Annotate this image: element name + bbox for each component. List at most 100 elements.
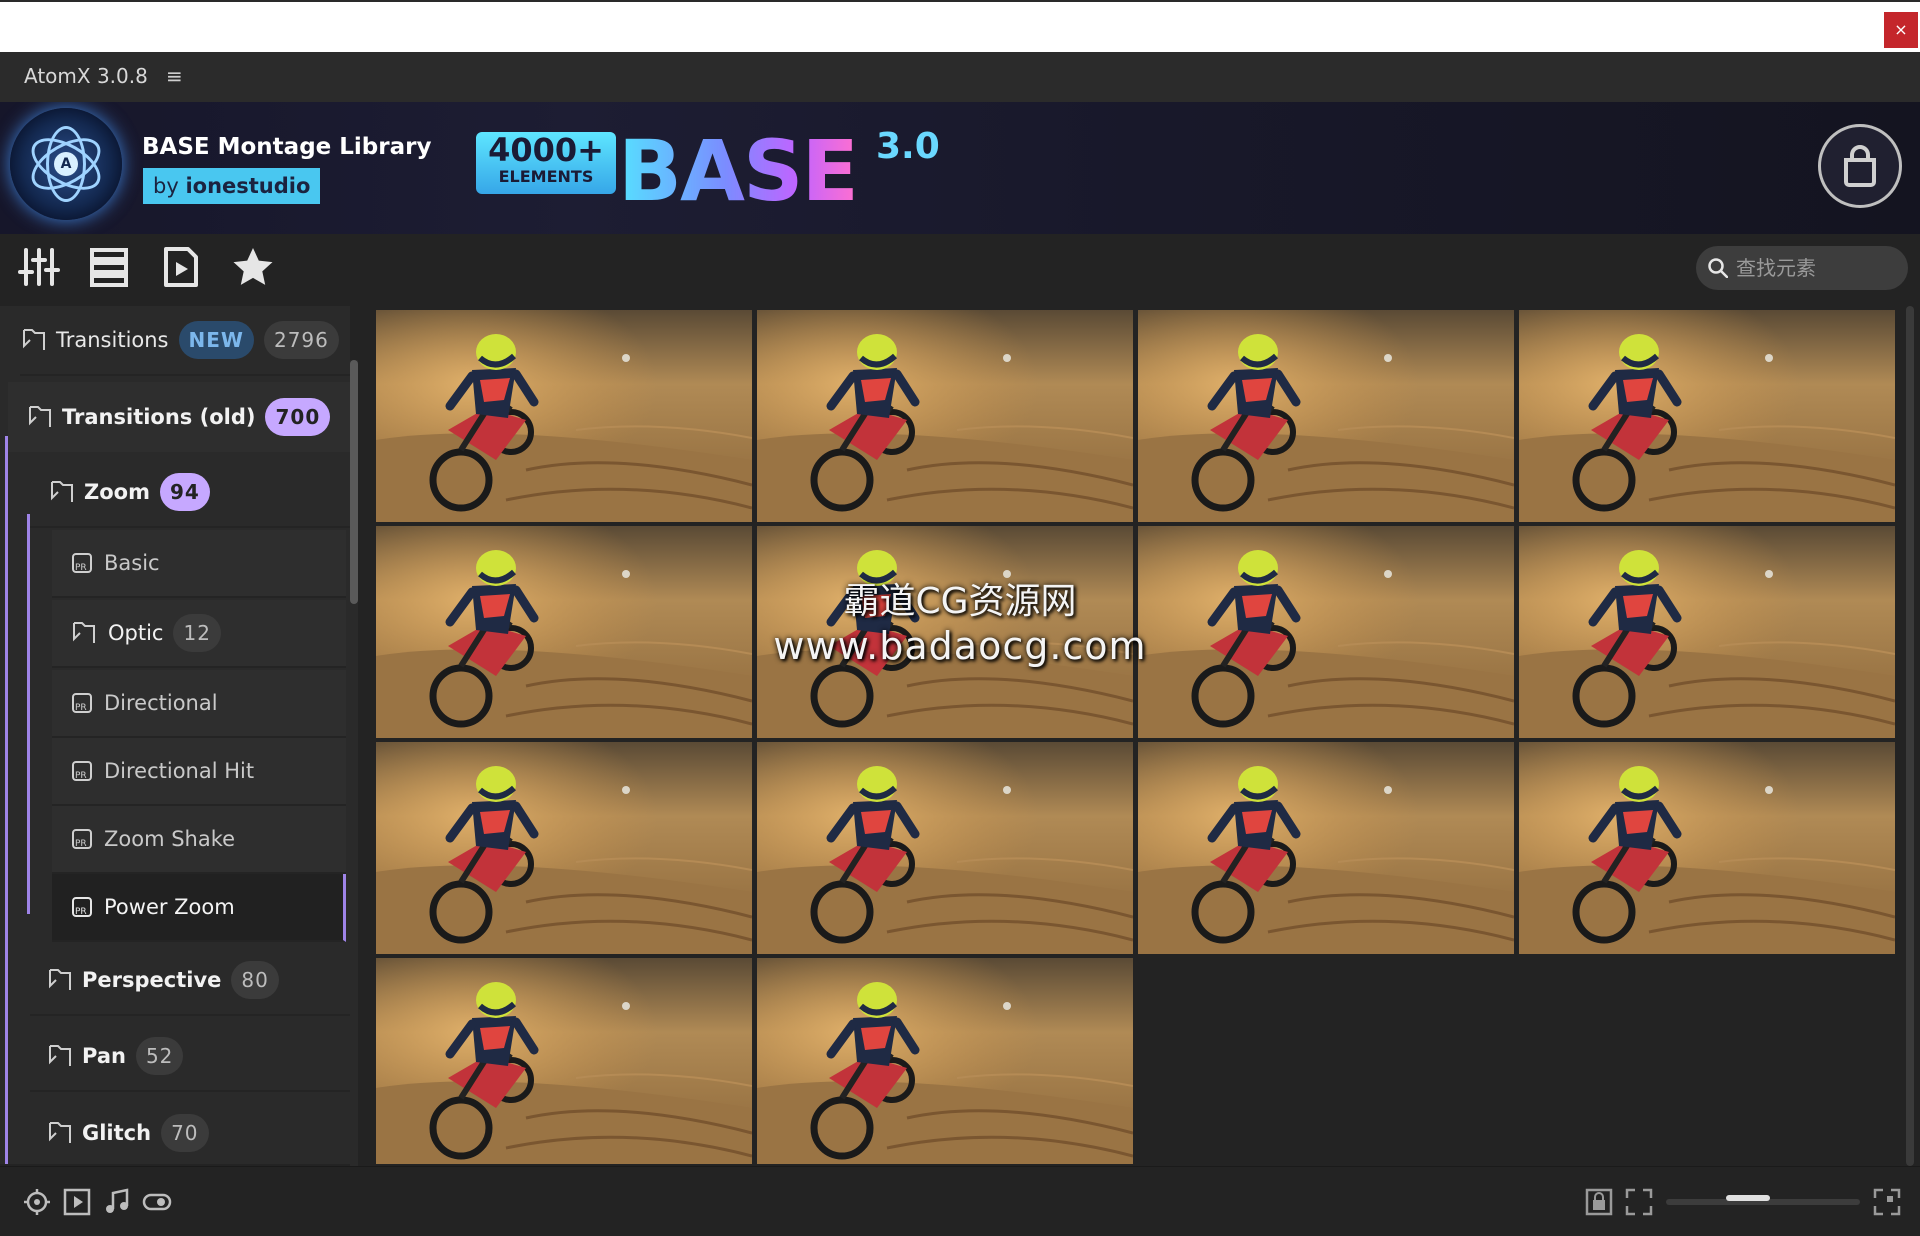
motocross-preview-image: [1519, 526, 1895, 738]
watermark-line-1: 霸道CG资源网: [843, 581, 1077, 622]
grid-size-icon[interactable]: [1872, 1187, 1902, 1217]
motocross-preview-image: [757, 310, 1133, 522]
preset-thumbnail[interactable]: [1138, 526, 1514, 738]
preset-thumbnail[interactable]: [1519, 742, 1895, 954]
category-pan[interactable]: Pan 52: [30, 1022, 350, 1092]
author-prefix: by: [153, 174, 186, 198]
category-label: Perspective: [82, 968, 222, 992]
fit-view-icon[interactable]: [1624, 1187, 1654, 1217]
list-view-icon[interactable]: [88, 246, 130, 288]
play-box-icon[interactable]: [62, 1187, 92, 1217]
shopping-bag-icon: [1844, 145, 1876, 187]
search-input[interactable]: [1736, 252, 1896, 284]
video-file-icon[interactable]: [160, 246, 202, 288]
preset-basic[interactable]: PR Basic: [52, 530, 346, 598]
premiere-preset-icon: PR: [72, 829, 92, 849]
preset-label: Directional Hit: [104, 759, 255, 783]
lock-view-icon[interactable]: [1584, 1187, 1614, 1217]
elements-count: 4000+: [488, 131, 604, 169]
count-badge: 80: [231, 961, 279, 999]
preset-power-zoom[interactable]: PR Power Zoom: [52, 874, 346, 942]
premiere-preset-icon: PR: [72, 693, 92, 713]
category-label: Transitions: [56, 328, 169, 352]
folder-icon: [49, 969, 71, 990]
count-badge: 700: [265, 398, 331, 436]
author-name: ionestudio: [185, 174, 311, 198]
motocross-preview-image: [757, 742, 1133, 954]
shop-bag-button[interactable]: [1818, 124, 1902, 208]
base-word: BASE: [618, 122, 859, 220]
toggle-icon[interactable]: [142, 1187, 172, 1217]
preset-thumbnail[interactable]: [376, 958, 752, 1164]
category-zoom[interactable]: Zoom 94: [30, 458, 350, 528]
favorites-star-icon[interactable]: [232, 246, 274, 288]
category-label: Pan: [82, 1044, 126, 1068]
category-transitions-old[interactable]: Transitions (old) 700: [8, 382, 350, 452]
preset-zoom-shake[interactable]: PR Zoom Shake: [52, 806, 346, 874]
base-brand-logo: 4000+ ELEMENTS BASE 3.0: [476, 122, 946, 224]
preset-directional[interactable]: PR Directional: [52, 670, 346, 738]
motocross-preview-image: [1519, 310, 1895, 522]
preset-thumbnail[interactable]: [757, 310, 1133, 522]
count-badge: 94: [159, 473, 210, 511]
elements-count-badge: 4000+ ELEMENTS: [476, 132, 616, 194]
category-transitions[interactable]: Transitions NEW 2796: [20, 306, 350, 376]
grid-scrollbar[interactable]: [1906, 306, 1914, 1166]
atomx-app: AtomX 3.0.8 ≡ A BASE Montage Library by …: [0, 52, 1920, 1236]
search-box[interactable]: [1696, 246, 1908, 290]
tree-guide-line: [5, 436, 8, 1164]
preset-directional-hit[interactable]: PR Directional Hit: [52, 738, 346, 806]
preset-thumbnail[interactable]: [1519, 310, 1895, 522]
preset-thumbnail[interactable]: [376, 526, 752, 738]
category-optic[interactable]: Optic 12: [52, 600, 346, 668]
sliders-icon[interactable]: [18, 246, 60, 288]
category-label: Zoom: [84, 480, 150, 504]
motocross-preview-image: [1138, 742, 1514, 954]
preset-label: Directional: [104, 691, 218, 715]
folder-icon: [49, 1045, 71, 1066]
preset-thumbnail[interactable]: [376, 310, 752, 522]
logo-letter: A: [54, 152, 78, 176]
drone-icon[interactable]: [22, 1187, 52, 1217]
search-icon: [1708, 258, 1728, 278]
base-version: 3.0: [876, 126, 940, 167]
category-perspective[interactable]: Perspective 80: [30, 946, 350, 1016]
premiere-preset-icon: PR: [72, 897, 92, 917]
sidebar-scrollbar-thumb[interactable]: [350, 360, 358, 604]
svg-text:PR: PR: [75, 839, 87, 849]
motocross-preview-image: [1138, 526, 1514, 738]
window-frame: ×: [0, 0, 1920, 52]
preset-label: Power Zoom: [104, 895, 235, 919]
folder-icon: [51, 481, 73, 502]
library-banner: A BASE Montage Library by ionestudio 400…: [0, 102, 1920, 234]
music-note-icon[interactable]: [102, 1187, 132, 1217]
folder-icon: [29, 406, 51, 427]
elements-label: ELEMENTS: [498, 167, 594, 186]
folder-icon: [73, 622, 95, 643]
preset-thumbnail[interactable]: [376, 742, 752, 954]
category-label: Transitions (old): [62, 405, 256, 429]
preset-label: Zoom Shake: [104, 827, 236, 851]
category-glitch[interactable]: Glitch 70: [30, 1098, 350, 1164]
library-title: BASE Montage Library: [142, 134, 432, 160]
preset-thumbnail[interactable]: [757, 742, 1133, 954]
count-badge: 70: [161, 1114, 209, 1152]
hamburger-menu-icon[interactable]: ≡: [166, 64, 183, 88]
category-label: Glitch: [82, 1121, 152, 1145]
motocross-preview-image: [1138, 310, 1514, 522]
preset-thumbnail[interactable]: [1138, 742, 1514, 954]
preset-thumbnail[interactable]: [1138, 310, 1514, 522]
close-button[interactable]: ×: [1884, 12, 1918, 48]
premiere-preset-icon: PR: [72, 553, 92, 573]
svg-text:PR: PR: [75, 907, 87, 917]
library-author-badge[interactable]: by ionestudio: [143, 168, 321, 204]
watermark: 霸道CG资源网 www.badaocg.com: [760, 572, 1160, 668]
thumbnail-size-slider-thumb[interactable]: [1726, 1195, 1770, 1201]
motocross-preview-image: [376, 742, 752, 954]
preset-thumbnail[interactable]: [757, 958, 1133, 1164]
category-label: Optic: [108, 621, 164, 645]
preset-thumbnail[interactable]: [1519, 526, 1895, 738]
category-sidebar: Transitions NEW 2796 Transitions (old) 7…: [0, 306, 350, 1164]
svg-text:PR: PR: [75, 771, 87, 781]
preset-label: Basic: [104, 551, 160, 575]
